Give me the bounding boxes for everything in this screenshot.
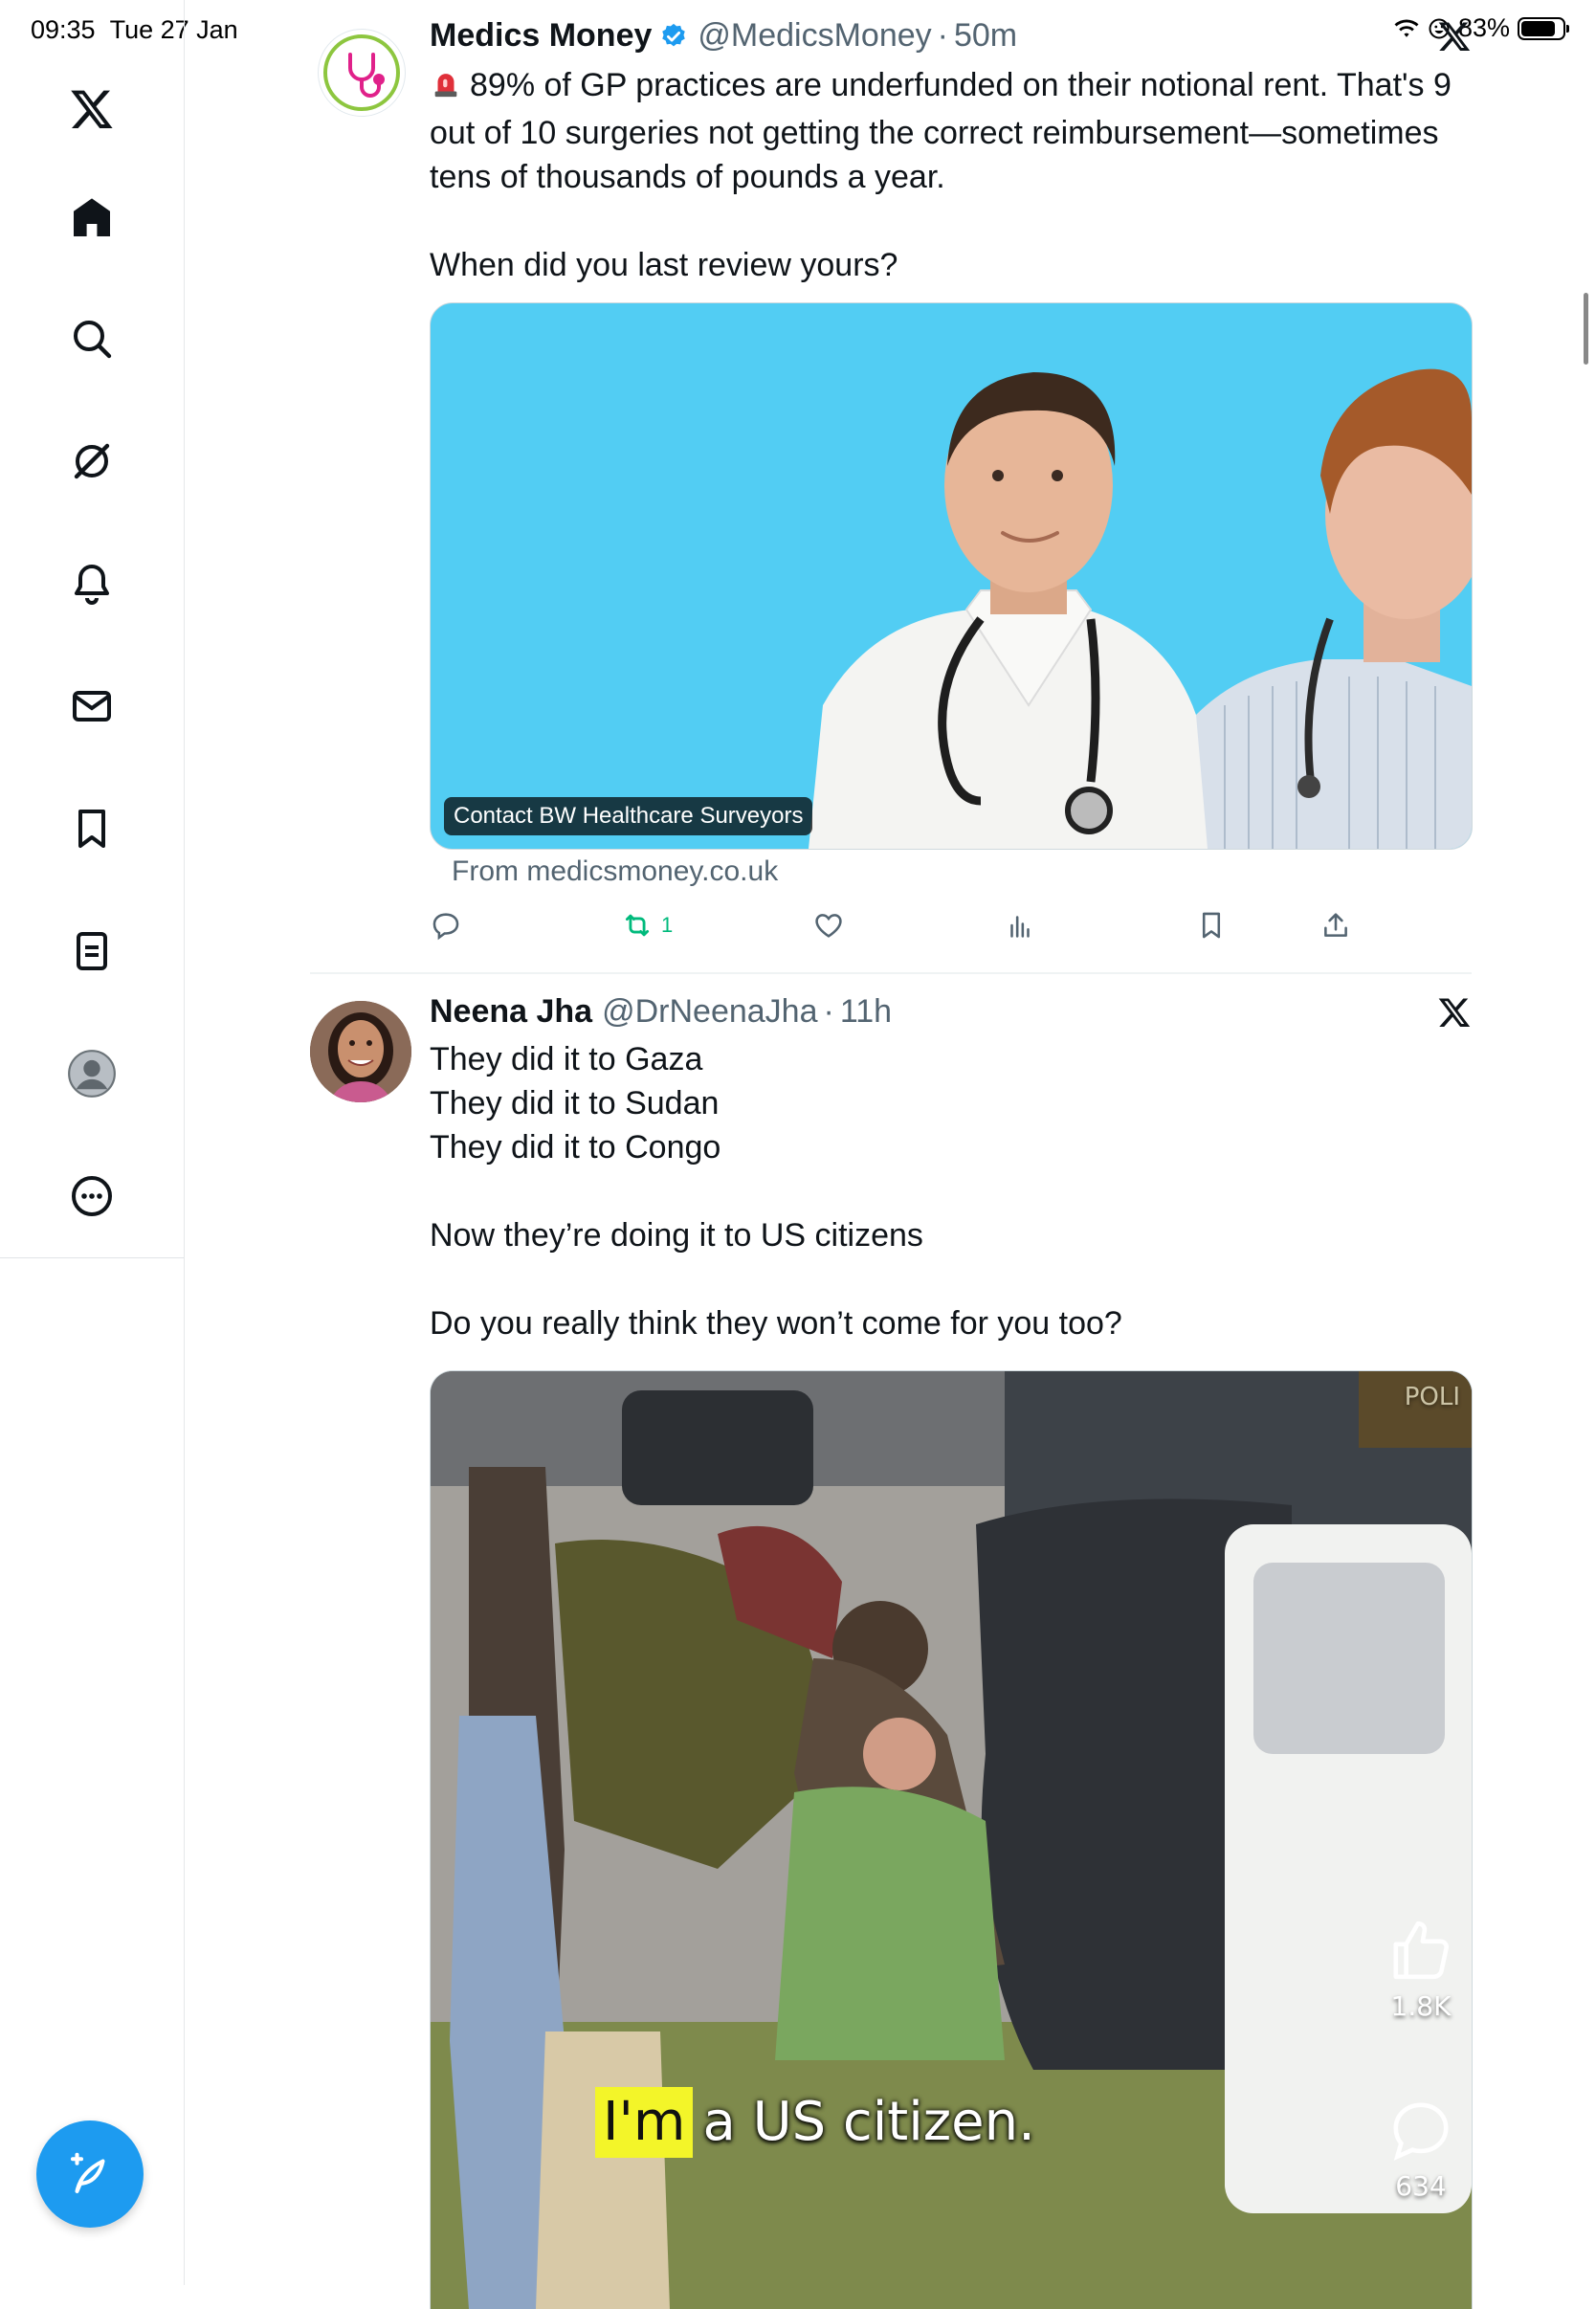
- bookmark-icon[interactable]: [61, 798, 122, 859]
- search-icon[interactable]: [61, 308, 122, 369]
- avatar-medics-money[interactable]: [318, 29, 406, 117]
- analytics-icon: [1010, 916, 1030, 938]
- tweet-header: Neena Jha @DrNeenaJha · 11h: [430, 993, 892, 1031]
- tweet-media-card[interactable]: Contact BW Healthcare Surveyors: [430, 302, 1473, 850]
- tweet-line: tens of thousands of pounds a year.: [430, 159, 945, 195]
- heart-icon: [815, 914, 842, 938]
- video-comment-button[interactable]: 634: [1385, 2095, 1456, 2202]
- video-like-button[interactable]: 1.8K: [1385, 1915, 1456, 2022]
- tweet-video[interactable]: POLI 1.8K 634 I'm a US citizen.: [430, 1370, 1473, 2309]
- x-grok-icon[interactable]: [1437, 995, 1472, 1034]
- grok-icon[interactable]: [61, 431, 122, 492]
- profile-icon[interactable]: [61, 1043, 122, 1104]
- author-name[interactable]: Neena Jha: [430, 993, 592, 1031]
- x-logo-icon[interactable]: [61, 78, 122, 140]
- video-caption-highlight: I'm: [595, 2087, 694, 2158]
- battery-icon: [1518, 16, 1569, 40]
- link-source[interactable]: From medicsmoney.co.uk: [452, 855, 778, 888]
- tweet-neena-jha[interactable]: Neena Jha @DrNeenaJha · 11h They did it …: [310, 974, 1473, 2309]
- tweet-line: Now they’re doing it to US citizens: [430, 1217, 923, 1254]
- tweet-text: 89% of GP practices are underfunded on t…: [430, 63, 1473, 287]
- video-frame: [431, 1371, 1472, 2309]
- bell-icon[interactable]: [61, 553, 122, 614]
- tweet-text: They did it to Gaza They did it to Sudan…: [430, 1037, 1473, 1345]
- views-button[interactable]: [1004, 909, 1036, 942]
- like-button[interactable]: [812, 909, 845, 942]
- home-icon[interactable]: [61, 188, 122, 249]
- compose-button[interactable]: [36, 2120, 144, 2228]
- reply-button[interactable]: [430, 909, 462, 942]
- video-sign-text: POLI: [1404, 1383, 1460, 1411]
- tweet-line: When did you last review yours?: [430, 247, 898, 283]
- bookmark-button[interactable]: [1195, 909, 1228, 942]
- retweet-icon: [625, 914, 650, 937]
- comment-bubble-icon: [1393, 2102, 1449, 2161]
- compose-feather-icon: [70, 2152, 105, 2194]
- tweet-header: Medics Money @MedicsMoney · 50m: [430, 17, 1017, 55]
- retweet-button[interactable]: 1: [621, 909, 673, 942]
- video-like-count: 1.8K: [1390, 1990, 1452, 2022]
- scroll-indicator[interactable]: [1584, 293, 1588, 365]
- media-link-label[interactable]: Contact BW Healthcare Surveyors: [444, 797, 813, 835]
- tweet-line: Do you really think they won’t come for …: [430, 1305, 1122, 1342]
- mail-icon[interactable]: [61, 676, 122, 737]
- sidebar-divider: [0, 1257, 184, 1258]
- tweet-actions: 1: [430, 909, 1471, 947]
- tweet-line: They did it to Congo: [430, 1129, 721, 1166]
- siren-emoji-icon: [430, 67, 462, 111]
- sidebar: [0, 0, 185, 2285]
- more-icon[interactable]: [61, 1166, 122, 1227]
- doctors-photo: [809, 368, 1472, 849]
- bookmark-icon: [1202, 912, 1221, 939]
- retweet-count: 1: [661, 913, 674, 937]
- share-icon: [1324, 913, 1347, 937]
- reply-icon: [432, 913, 459, 941]
- separator-dot: ·: [823, 993, 834, 1030]
- tweet-line: They did it to Sudan: [430, 1085, 720, 1121]
- tweet-medics-money[interactable]: Medics Money @MedicsMoney · 50m 89% of G…: [310, 0, 1473, 972]
- author-handle[interactable]: @DrNeenaJha: [602, 993, 817, 1031]
- x-grok-icon[interactable]: [1437, 19, 1472, 58]
- video-comment-count: 634: [1395, 2170, 1447, 2202]
- separator-dot: ·: [937, 17, 948, 54]
- lists-icon[interactable]: [61, 921, 122, 982]
- video-caption: I'm a US citizen.: [595, 2087, 1035, 2158]
- thumbs-up-icon: [1393, 1920, 1449, 1980]
- tweet-time[interactable]: 11h: [840, 993, 892, 1031]
- share-button[interactable]: [1319, 909, 1352, 942]
- avatar-neena-jha[interactable]: [310, 1001, 411, 1102]
- video-caption-text: a US citizen.: [702, 2091, 1035, 2153]
- verified-badge-icon: [659, 22, 688, 51]
- tweet-line: 89% of GP practices are underfunded on t…: [470, 67, 1452, 103]
- tweet-line: out of 10 surgeries not getting the corr…: [430, 115, 1439, 151]
- tweet-time[interactable]: 50m: [954, 17, 1017, 55]
- author-name[interactable]: Medics Money: [430, 17, 652, 55]
- tweet-line: They did it to Gaza: [430, 1041, 703, 1077]
- author-handle[interactable]: @MedicsMoney: [698, 17, 931, 55]
